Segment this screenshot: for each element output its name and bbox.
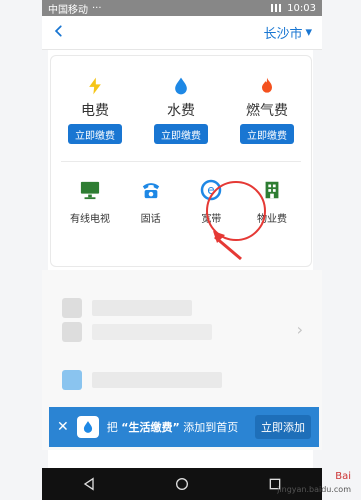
tv-icon bbox=[76, 176, 104, 204]
blurred-row bbox=[92, 324, 212, 340]
service-label: 固话 bbox=[140, 214, 161, 225]
utility-row: 电费 立即缴费 水费 立即缴费 燃气费 立即缴费 bbox=[61, 76, 301, 144]
flame-icon bbox=[257, 76, 277, 96]
blurred-icon bbox=[62, 370, 82, 390]
close-icon[interactable]: ✕ bbox=[57, 419, 69, 435]
signal-icon bbox=[271, 4, 282, 12]
blurred-icon bbox=[62, 322, 82, 342]
watermark-logo: Bai bbox=[335, 471, 351, 482]
lightning-icon bbox=[85, 76, 105, 96]
add-now-button[interactable]: 立即添加 bbox=[255, 415, 311, 439]
status-dots: ··· bbox=[92, 2, 102, 14]
water-drop-icon bbox=[171, 76, 191, 96]
blurred-row bbox=[92, 300, 192, 316]
chevron-down-icon: ▾ bbox=[305, 25, 312, 40]
screen: 中国移动 ··· 10:03 长沙市 ▾ 电费 立即缴费 水费 立即缴费 燃气费… bbox=[0, 0, 361, 500]
city-selector[interactable]: 长沙市 ▾ bbox=[263, 23, 312, 42]
divider bbox=[61, 161, 301, 162]
city-label: 长沙市 bbox=[263, 27, 303, 42]
app-logo-icon bbox=[76, 416, 99, 438]
pointer-arrow-icon bbox=[213, 231, 242, 261]
status-bar: 中国移动 ··· 10:03 bbox=[42, 0, 322, 16]
clock-time: 10:03 bbox=[287, 2, 316, 14]
phone-icon bbox=[137, 176, 165, 204]
nav-back-icon[interactable] bbox=[80, 475, 98, 493]
chevron-left-icon bbox=[54, 25, 62, 37]
utility-card: 电费 立即缴费 水费 立即缴费 燃气费 立即缴费 有线电视 固话 e 宽带 物业… bbox=[50, 55, 312, 267]
services-row: 有线电视 固话 e 宽带 物业费 bbox=[51, 176, 311, 225]
left-margin bbox=[0, 0, 48, 500]
service-landline[interactable]: 固话 bbox=[126, 176, 176, 225]
android-nav-bar bbox=[42, 468, 322, 500]
service-cable-tv[interactable]: 有线电视 bbox=[65, 176, 115, 225]
utility-gas: 燃气费 立即缴费 bbox=[233, 76, 301, 144]
watermark-url: jingyan.baidu.com bbox=[277, 485, 351, 494]
utility-electric: 电费 立即缴费 bbox=[61, 76, 129, 144]
top-header: 长沙市 ▾ bbox=[42, 16, 322, 50]
back-button[interactable] bbox=[52, 22, 66, 43]
nav-home-icon[interactable] bbox=[173, 475, 191, 493]
utility-label: 水费 bbox=[167, 103, 195, 119]
pay-water-button[interactable]: 立即缴费 bbox=[154, 124, 208, 144]
service-label: 有线电视 bbox=[70, 214, 110, 225]
blurred-row bbox=[92, 372, 222, 388]
pay-electric-button[interactable]: 立即缴费 bbox=[68, 124, 122, 144]
utility-label: 电费 bbox=[81, 103, 109, 119]
pay-gas-button[interactable]: 立即缴费 bbox=[240, 124, 294, 144]
add-to-home-banner: ✕ 把 “生活缴费” 添加到首页 立即添加 bbox=[49, 407, 319, 447]
banner-text: 把 “生活缴费” 添加到首页 bbox=[106, 421, 239, 434]
blurred-icon bbox=[62, 298, 82, 318]
utility-water: 水费 立即缴费 bbox=[147, 76, 215, 144]
chevron-right-icon: › bbox=[296, 320, 303, 339]
utility-label: 燃气费 bbox=[246, 103, 288, 119]
carrier-label: 中国移动 bbox=[48, 4, 88, 16]
